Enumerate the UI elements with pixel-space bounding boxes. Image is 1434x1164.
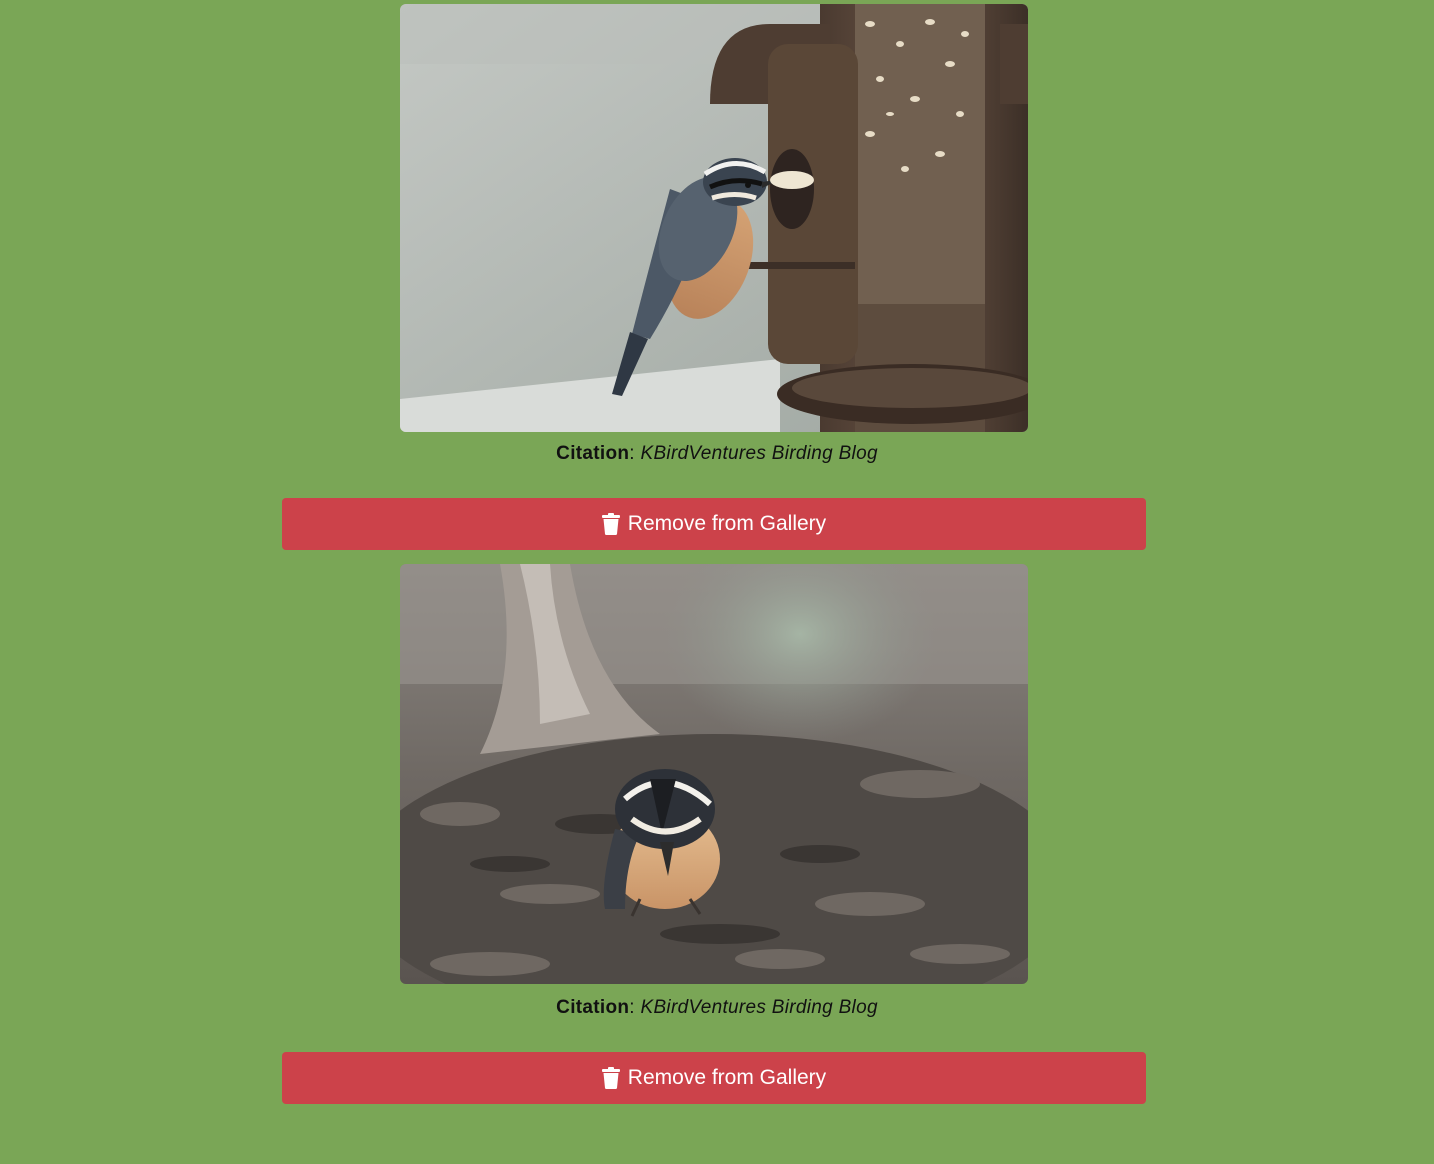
trash-icon (601, 513, 620, 535)
citation-label: Citation (556, 997, 630, 1018)
citation-label: Citation (556, 443, 630, 464)
citation: Citation: KBirdVentures Birding Blog (0, 997, 1434, 1019)
remove-from-gallery-button[interactable]: Remove from Gallery (282, 1052, 1146, 1104)
remove-label: Remove from Gallery (627, 512, 827, 535)
citation-source: KBirdVentures Birding Blog (640, 443, 878, 464)
citation-separator: : (629, 997, 635, 1018)
remove-from-gallery-button[interactable]: Remove from Gallery (282, 498, 1146, 550)
remove-label: Remove from Gallery (627, 1066, 827, 1089)
citation: Citation: KBirdVentures Birding Blog (0, 443, 1434, 465)
citation-separator: : (629, 443, 635, 464)
citation-source: KBirdVentures Birding Blog (640, 997, 878, 1018)
trash-icon (601, 1067, 620, 1089)
bird-photo (400, 564, 1028, 984)
bird-photo (400, 4, 1028, 432)
